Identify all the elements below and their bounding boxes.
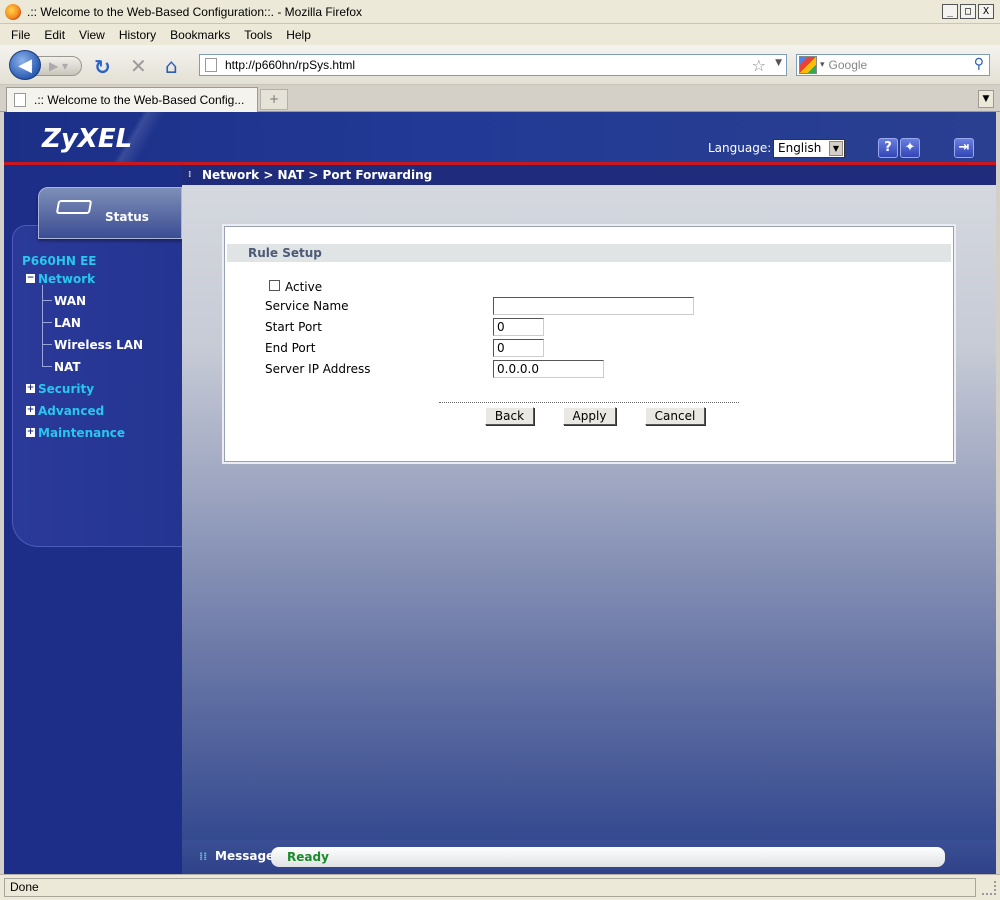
- menu-tools[interactable]: Tools: [237, 28, 279, 42]
- active-label: Active: [285, 280, 323, 294]
- breadcrumb-dots-icon: ⁞: [188, 170, 192, 180]
- sidebar-item-lan[interactable]: LAN: [54, 316, 81, 330]
- end-port-label: End Port: [265, 341, 316, 355]
- language-select[interactable]: English ▼: [773, 139, 845, 158]
- status-text: Done: [4, 878, 976, 897]
- menu-file[interactable]: File: [4, 28, 37, 42]
- tree-connector: [42, 285, 43, 367]
- minimize-button[interactable]: _: [942, 4, 958, 19]
- stop-icon[interactable]: ✕: [130, 54, 147, 78]
- expand-icon[interactable]: +: [26, 428, 35, 437]
- address-bar[interactable]: http://p660hn/rpSys.html ☆ ▼: [199, 54, 787, 76]
- tab-list-button[interactable]: ▼: [978, 90, 994, 108]
- main-content: Rule Setup Active Service Name Start Por…: [182, 185, 996, 840]
- rule-setup-panel: Rule Setup Active Service Name Start Por…: [224, 226, 954, 462]
- sidebar-item-nat[interactable]: NAT: [54, 360, 81, 374]
- window-titlebar: .:: Welcome to the Web-Based Configurati…: [0, 0, 1000, 24]
- google-icon[interactable]: [799, 56, 817, 74]
- breadcrumb-text: Network > NAT > Port Forwarding: [202, 168, 433, 182]
- status-tab[interactable]: Status: [38, 187, 182, 239]
- model-name: P660HN EE: [22, 254, 97, 268]
- collapse-icon[interactable]: −: [26, 274, 35, 283]
- search-icon[interactable]: ⚲: [974, 56, 984, 72]
- sidebar-item-wireless-lan[interactable]: Wireless LAN: [54, 338, 143, 352]
- router-header: ZyXEL Language: English ▼ ? ✦ ⇥: [4, 112, 996, 164]
- message-status: Ready: [287, 850, 329, 864]
- menu-bar: File Edit View History Bookmarks Tools H…: [0, 24, 1000, 45]
- home-icon[interactable]: ⌂: [165, 54, 178, 78]
- help-icon[interactable]: ?: [878, 138, 898, 158]
- page-icon: [14, 93, 26, 107]
- start-port-field[interactable]: 0: [493, 318, 544, 336]
- zyxel-logo: ZyXEL: [42, 124, 133, 154]
- cancel-button[interactable]: Cancel: [645, 407, 705, 425]
- server-ip-field[interactable]: 0.0.0.0: [493, 360, 604, 378]
- window-controls: _ □ X: [942, 4, 994, 19]
- menu-history[interactable]: History: [112, 28, 163, 42]
- forward-button[interactable]: ▶ ▾: [36, 56, 82, 76]
- menu-edit[interactable]: Edit: [37, 28, 72, 42]
- message-box: Ready: [271, 847, 945, 867]
- navigation-toolbar: ▶ ▾ ◀ ↻ ✕ ⌂ http://p660hn/rpSys.html ☆ ▼…: [0, 45, 1000, 85]
- back-arrow-icon[interactable]: ◀: [9, 50, 41, 80]
- close-button[interactable]: X: [978, 4, 994, 19]
- back-button[interactable]: Back: [485, 407, 534, 425]
- search-bar[interactable]: ▾ Google ⚲: [796, 54, 990, 76]
- page-viewport: ZyXEL Language: English ▼ ? ✦ ⇥ Status P…: [4, 112, 996, 874]
- menu-help[interactable]: Help: [279, 28, 318, 42]
- window-title: .:: Welcome to the Web-Based Configurati…: [27, 4, 363, 19]
- menu-bookmarks[interactable]: Bookmarks: [163, 28, 237, 42]
- bookmark-star-icon[interactable]: ☆: [752, 56, 766, 75]
- server-ip-label: Server IP Address: [265, 362, 371, 376]
- wizard-icon[interactable]: ✦: [900, 138, 920, 158]
- firefox-icon: [5, 3, 21, 20]
- tree-connector: [42, 344, 52, 345]
- reload-icon[interactable]: ↻: [94, 55, 111, 79]
- new-tab-button[interactable]: +: [260, 89, 288, 110]
- maximize-button[interactable]: □: [960, 4, 976, 19]
- resize-grip-icon[interactable]: [982, 881, 996, 895]
- section-title: Rule Setup: [227, 244, 951, 262]
- search-engine-dropdown-icon[interactable]: ▾: [820, 60, 825, 70]
- url-dropdown-icon[interactable]: ▼: [775, 58, 782, 68]
- tree-connector: [42, 300, 52, 301]
- chevron-down-icon[interactable]: ▼: [829, 141, 843, 156]
- browser-statusbar: Done: [0, 874, 1000, 900]
- status-label: Status: [105, 210, 149, 224]
- breadcrumb: ⁞ Network > NAT > Port Forwarding: [182, 165, 996, 185]
- service-name-field[interactable]: [493, 297, 694, 315]
- start-port-label: Start Port: [265, 320, 322, 334]
- sidebar-item-advanced[interactable]: Advanced: [38, 404, 104, 418]
- tree-connector: [42, 366, 52, 367]
- tab-label: .:: Welcome to the Web-Based Config...: [34, 93, 245, 107]
- router-icon: [55, 200, 93, 214]
- message-bar: ⁞⁞ Message Ready: [182, 840, 996, 874]
- apply-button[interactable]: Apply: [563, 407, 616, 425]
- expand-icon[interactable]: +: [26, 406, 35, 415]
- message-dots-icon: ⁞⁞: [199, 850, 208, 863]
- tab-strip: .:: Welcome to the Web-Based Config... +…: [0, 85, 1000, 112]
- search-input[interactable]: Google: [829, 58, 868, 72]
- language-value: English: [778, 141, 822, 155]
- message-label: Message: [215, 849, 275, 863]
- language-label: Language:: [708, 141, 772, 155]
- url-text[interactable]: http://p660hn/rpSys.html: [225, 58, 355, 72]
- form-divider: [439, 402, 739, 403]
- menu-view[interactable]: View: [72, 28, 112, 42]
- tree-connector: [42, 322, 52, 323]
- sidebar-item-security[interactable]: Security: [38, 382, 94, 396]
- active-checkbox[interactable]: [269, 280, 280, 291]
- browser-tab[interactable]: .:: Welcome to the Web-Based Config...: [6, 87, 258, 112]
- sidebar: Status P660HN EE − Network WAN LAN Wirel…: [4, 165, 182, 874]
- end-port-field[interactable]: 0: [493, 339, 544, 357]
- service-name-label: Service Name: [265, 299, 349, 313]
- sidebar-item-network[interactable]: Network: [38, 272, 95, 286]
- expand-icon[interactable]: +: [26, 384, 35, 393]
- sidebar-item-wan[interactable]: WAN: [54, 294, 86, 308]
- sidebar-item-maintenance[interactable]: Maintenance: [38, 426, 125, 440]
- logout-icon[interactable]: ⇥: [954, 138, 974, 158]
- page-icon: [205, 58, 217, 72]
